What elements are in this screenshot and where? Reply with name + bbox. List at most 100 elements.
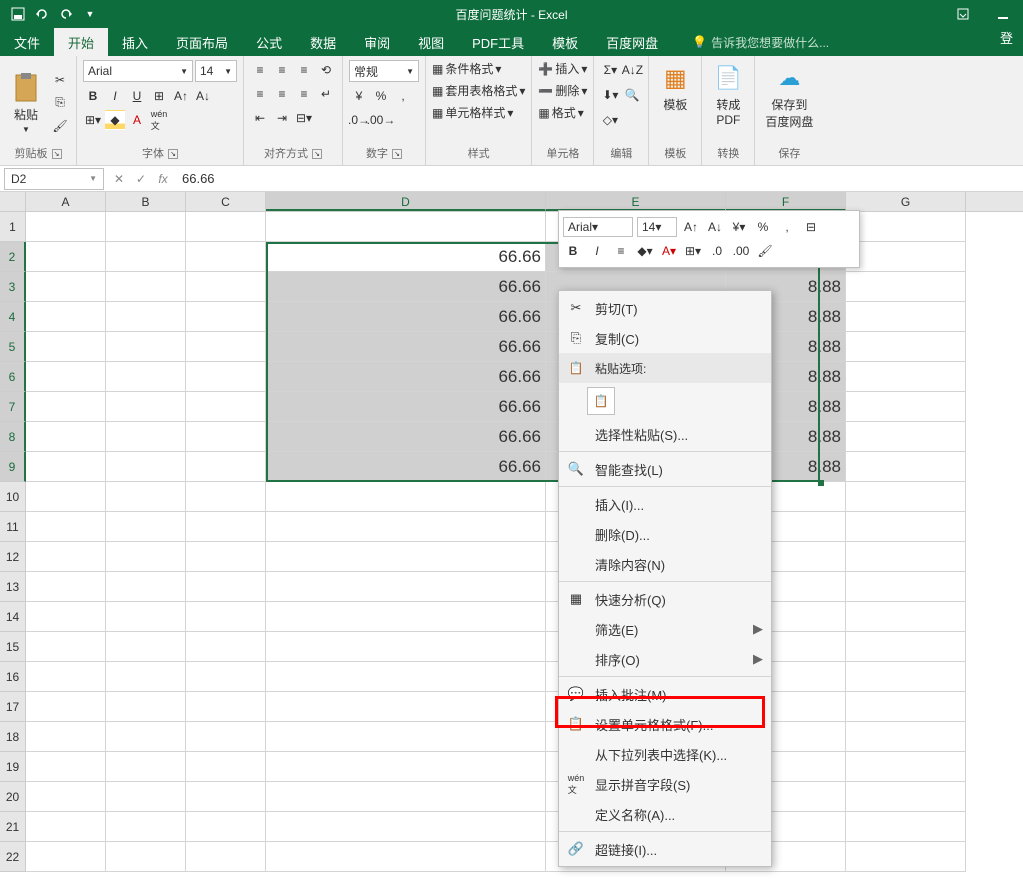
- mini-bold-button[interactable]: B: [563, 241, 583, 261]
- cell-G15[interactable]: [846, 632, 966, 662]
- cell-B15[interactable]: [106, 632, 186, 662]
- autosum-icon[interactable]: Σ▾: [600, 60, 620, 80]
- cell-B9[interactable]: [106, 452, 186, 482]
- cell-G1[interactable]: [846, 212, 966, 242]
- underline-button[interactable]: U: [127, 86, 147, 106]
- cm-cut[interactable]: ✂剪切(T): [559, 293, 771, 323]
- row-header-11[interactable]: 11: [0, 512, 26, 542]
- cell-D9[interactable]: 66.66: [266, 452, 546, 482]
- cell-D7[interactable]: 66.66: [266, 392, 546, 422]
- conditional-format-button[interactable]: ▦条件格式▾: [432, 60, 525, 77]
- row-header-22[interactable]: 22: [0, 842, 26, 872]
- phonetic-button[interactable]: wén文: [149, 110, 169, 130]
- cell-G10[interactable]: [846, 482, 966, 512]
- row-header-20[interactable]: 20: [0, 782, 26, 812]
- tab-insert[interactable]: 插入: [108, 28, 162, 56]
- mini-currency-icon[interactable]: ¥▾: [729, 217, 749, 237]
- cell-D3[interactable]: 66.66: [266, 272, 546, 302]
- cell-D20[interactable]: [266, 782, 546, 812]
- cell-G4[interactable]: [846, 302, 966, 332]
- cell-D14[interactable]: [266, 602, 546, 632]
- row-header-18[interactable]: 18: [0, 722, 26, 752]
- cell-G8[interactable]: [846, 422, 966, 452]
- cm-paste-special[interactable]: 选择性粘贴(S)...: [559, 419, 771, 449]
- insert-cells-button[interactable]: ➕插入▾: [538, 60, 587, 77]
- cm-quick-analysis[interactable]: ▦快速分析(Q): [559, 584, 771, 614]
- cell-A6[interactable]: [26, 362, 106, 392]
- cell-G2[interactable]: [846, 242, 966, 272]
- row-header-12[interactable]: 12: [0, 542, 26, 572]
- cell-B7[interactable]: [106, 392, 186, 422]
- cell-A13[interactable]: [26, 572, 106, 602]
- cell-B19[interactable]: [106, 752, 186, 782]
- borders-dropdown[interactable]: ⊞▾: [83, 110, 103, 130]
- cell-A7[interactable]: [26, 392, 106, 422]
- cell-styles-button[interactable]: ▦单元格样式▾: [432, 104, 525, 121]
- align-center-icon[interactable]: ≡: [272, 84, 292, 104]
- mini-decrease-font-icon[interactable]: A↓: [705, 217, 725, 237]
- cm-smart-lookup[interactable]: 🔍智能查找(L): [559, 454, 771, 484]
- mini-comma-icon[interactable]: ,: [777, 217, 797, 237]
- number-dialog-launcher[interactable]: ↘: [392, 149, 402, 159]
- cell-B14[interactable]: [106, 602, 186, 632]
- bold-button[interactable]: B: [83, 86, 103, 106]
- tab-home[interactable]: 开始: [54, 28, 108, 56]
- undo-icon[interactable]: [34, 6, 50, 22]
- decrease-font-icon[interactable]: A↓: [193, 86, 213, 106]
- cell-G13[interactable]: [846, 572, 966, 602]
- cell-D13[interactable]: [266, 572, 546, 602]
- insert-function-icon[interactable]: fx: [152, 168, 174, 190]
- font-name-select[interactable]: Arial▼: [83, 60, 193, 82]
- col-header-A[interactable]: A: [26, 192, 106, 211]
- accept-formula-icon[interactable]: ✓: [130, 168, 152, 190]
- clear-icon[interactable]: ◇▾: [600, 110, 620, 130]
- mini-font-select[interactable]: Arial ▾: [563, 217, 633, 237]
- cell-B16[interactable]: [106, 662, 186, 692]
- mini-center-icon[interactable]: ≡: [611, 241, 631, 261]
- cell-B21[interactable]: [106, 812, 186, 842]
- cell-A19[interactable]: [26, 752, 106, 782]
- cell-D6[interactable]: 66.66: [266, 362, 546, 392]
- cell-A18[interactable]: [26, 722, 106, 752]
- redo-icon[interactable]: [58, 6, 74, 22]
- cell-D8[interactable]: 66.66: [266, 422, 546, 452]
- cancel-formula-icon[interactable]: ✕: [108, 168, 130, 190]
- sort-filter-icon[interactable]: A↓Z: [622, 60, 642, 80]
- row-header-19[interactable]: 19: [0, 752, 26, 782]
- cell-D4[interactable]: 66.66: [266, 302, 546, 332]
- cm-sort[interactable]: 排序(O)▶: [559, 644, 771, 674]
- row-header-6[interactable]: 6: [0, 362, 26, 392]
- cm-format-cells[interactable]: 📋设置单元格格式(F)...: [559, 709, 771, 739]
- cell-C15[interactable]: [186, 632, 266, 662]
- mini-percent-icon[interactable]: %: [753, 217, 773, 237]
- cell-C8[interactable]: [186, 422, 266, 452]
- cell-G12[interactable]: [846, 542, 966, 572]
- delete-cells-button[interactable]: ➖删除▾: [538, 82, 587, 99]
- number-format-select[interactable]: 常规▼: [349, 60, 419, 82]
- increase-indent-icon[interactable]: ⇥: [272, 108, 292, 128]
- cell-B6[interactable]: [106, 362, 186, 392]
- cell-A22[interactable]: [26, 842, 106, 872]
- align-dialog-launcher[interactable]: ↘: [312, 149, 322, 159]
- cell-A16[interactable]: [26, 662, 106, 692]
- cm-insert[interactable]: 插入(I)...: [559, 489, 771, 519]
- cell-D2[interactable]: 66.66: [266, 242, 546, 272]
- row-header-7[interactable]: 7: [0, 392, 26, 422]
- tab-data[interactable]: 数据: [296, 28, 350, 56]
- cell-D17[interactable]: [266, 692, 546, 722]
- clipboard-dialog-launcher[interactable]: ↘: [52, 149, 62, 159]
- cell-D16[interactable]: [266, 662, 546, 692]
- cell-D10[interactable]: [266, 482, 546, 512]
- cell-G17[interactable]: [846, 692, 966, 722]
- find-icon[interactable]: 🔍: [622, 85, 642, 105]
- cell-C19[interactable]: [186, 752, 266, 782]
- cm-copy[interactable]: ⎘复制(C): [559, 323, 771, 353]
- col-header-E[interactable]: E: [546, 192, 726, 211]
- row-header-2[interactable]: 2: [0, 242, 26, 272]
- align-right-icon[interactable]: ≡: [294, 84, 314, 104]
- cell-C14[interactable]: [186, 602, 266, 632]
- cm-delete[interactable]: 删除(D)...: [559, 519, 771, 549]
- cell-C11[interactable]: [186, 512, 266, 542]
- merge-button[interactable]: ⊟▾: [294, 108, 314, 128]
- fill-handle[interactable]: [818, 480, 824, 486]
